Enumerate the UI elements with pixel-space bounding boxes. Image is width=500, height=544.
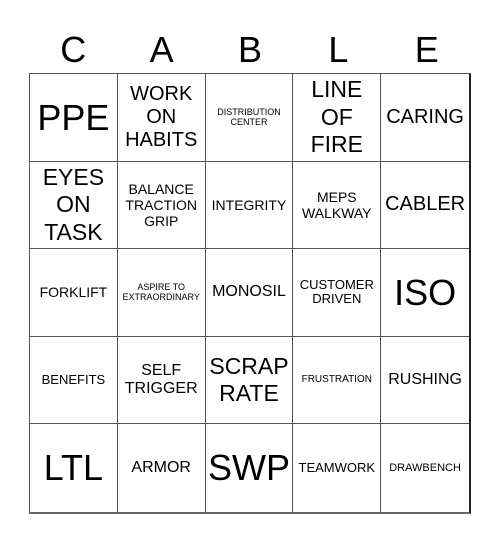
header-letter-l: L	[328, 29, 349, 70]
bingo-cell-text: ISO	[394, 271, 457, 313]
bingo-header: C A B L E	[29, 26, 471, 73]
bingo-cell-text: MEPS WALKWAY	[302, 188, 372, 221]
bingo-cell-text: ARMOR	[131, 458, 191, 476]
bingo-cell[interactable]: SELF TRIGGER	[117, 336, 206, 425]
bingo-cell-text: EYES ON TASK	[42, 163, 105, 245]
bingo-cell-text: FRUSTRATION	[301, 374, 372, 386]
bingo-cell[interactable]: CABLER	[381, 162, 469, 250]
bingo-cell-text: MONOSIL	[212, 283, 286, 301]
bingo-cell[interactable]: EYES ON TASK	[30, 161, 118, 250]
bingo-cell[interactable]: WORK ON HABITS	[117, 74, 206, 162]
bingo-cell[interactable]: FORKLIFT	[30, 249, 118, 337]
bingo-cell[interactable]: ARMOR	[118, 424, 206, 512]
bingo-cell[interactable]: MEPS WALKWAY	[293, 161, 382, 250]
bingo-cell[interactable]: BALANCE TRACTION GRIP	[117, 161, 206, 250]
header-letter-e: E	[414, 29, 439, 70]
bingo-cell-text: FORKLIFT	[39, 284, 108, 301]
bingo-cell-text: WORK ON HABITS	[125, 82, 198, 151]
bingo-cell[interactable]: BENEFITS	[30, 336, 118, 425]
bingo-cell[interactable]: SWP	[206, 424, 294, 512]
bingo-cell-text: DRAWBENCH	[389, 461, 461, 474]
bingo-cell[interactable]: RUSHING	[381, 337, 469, 425]
bingo-cell-text: TEAMWORK	[298, 459, 376, 475]
bingo-cell-text: RUSHING	[388, 370, 462, 388]
bingo-cell-text: PPE	[37, 96, 110, 138]
bingo-cell-text: SWP	[207, 447, 290, 489]
bingo-cell-text: DISTRIBUTION CENTER	[217, 106, 281, 128]
bingo-cell-text: SCRAP RATE	[209, 352, 289, 407]
header-letter-c: C	[60, 29, 87, 70]
bingo-cell-text: INTEGRITY	[211, 196, 287, 213]
bingo-cell[interactable]: SCRAP RATE	[205, 336, 294, 425]
bingo-cell-text: CUSTOMER DRIVEN	[299, 276, 374, 307]
bingo-cell[interactable]: CUSTOMER DRIVEN	[293, 249, 382, 337]
bingo-cell[interactable]: ASPIRE TO EXTRAORDINARY	[117, 249, 206, 337]
bingo-cell-text: CARING	[386, 105, 464, 128]
bingo-cell-text: LTL	[43, 447, 104, 489]
bingo-cell[interactable]: MONOSIL	[205, 249, 294, 337]
bingo-cell-text: SELF TRIGGER	[124, 361, 198, 398]
bingo-cell[interactable]: INTEGRITY	[205, 161, 294, 250]
bingo-cell[interactable]: DISTRIBUTION CENTER	[205, 74, 294, 162]
bingo-cell[interactable]: LTL	[30, 424, 118, 512]
bingo-cell-text: BENEFITS	[41, 371, 106, 387]
bingo-cell-text: BALANCE TRACTION GRIP	[125, 180, 197, 229]
bingo-cell[interactable]: TEAMWORK	[293, 424, 382, 512]
bingo-cell[interactable]: LINE OF FIRE	[293, 74, 382, 162]
header-letter-a: A	[149, 29, 174, 70]
bingo-cell[interactable]: ISO	[381, 249, 469, 337]
bingo-cell-text: CABLER	[385, 193, 466, 216]
bingo-board: PPE WORK ON HABITS DISTRIBUTION CENTER LINE…	[29, 73, 471, 514]
header-letter-b: B	[237, 29, 262, 70]
bingo-cell-text: ASPIRE TO EXTRAORDINARY	[122, 282, 200, 303]
bingo-cell[interactable]: CARING	[381, 74, 469, 162]
bingo-cell[interactable]: FRUSTRATION	[293, 336, 382, 425]
bingo-cell[interactable]: PPE	[30, 74, 118, 162]
bingo-cell[interactable]: DRAWBENCH	[381, 424, 469, 512]
bingo-cell-text: LINE OF FIRE	[310, 75, 363, 158]
